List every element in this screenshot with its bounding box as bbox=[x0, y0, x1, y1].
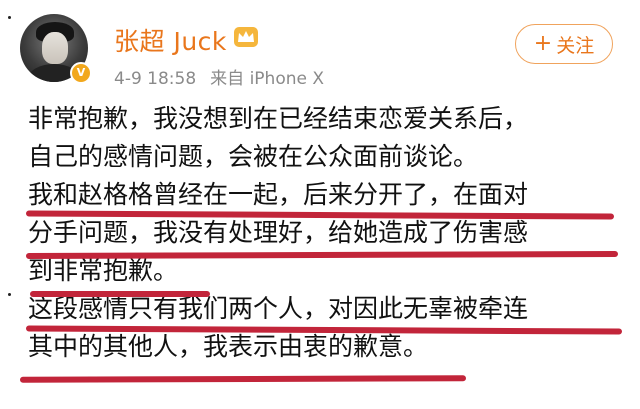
post-line: 非常抱歉，我没想到在已经结束恋爱关系后， bbox=[28, 104, 529, 133]
username[interactable]: 张超 Juck bbox=[114, 22, 227, 58]
follow-label: 关注 bbox=[556, 34, 595, 57]
post-line: 我和赵格格曾经在一起，后来分开了，在面对 bbox=[28, 180, 529, 209]
highlight-underline bbox=[30, 291, 210, 297]
post-line: 自己的感情问题，会被在公众面前谈论。 bbox=[28, 142, 479, 171]
avatar-face bbox=[42, 32, 68, 64]
speck-dot bbox=[8, 16, 11, 19]
plus-icon: + bbox=[533, 31, 553, 56]
verified-v-icon: V bbox=[70, 62, 92, 84]
post-line: 分手问题，我没有处理好，给她造成了伤害感 bbox=[28, 218, 529, 247]
speck-dot bbox=[8, 293, 11, 296]
highlight-underline bbox=[19, 375, 467, 383]
post-timestamp: 4-9 18:58 bbox=[114, 69, 197, 89]
post-source[interactable]: 来自 iPhone X bbox=[210, 69, 324, 89]
follow-button[interactable]: + 关注 bbox=[515, 24, 613, 64]
post-meta: 4-9 18:58 来自 iPhone X bbox=[114, 64, 338, 89]
crown-icon bbox=[234, 27, 258, 47]
